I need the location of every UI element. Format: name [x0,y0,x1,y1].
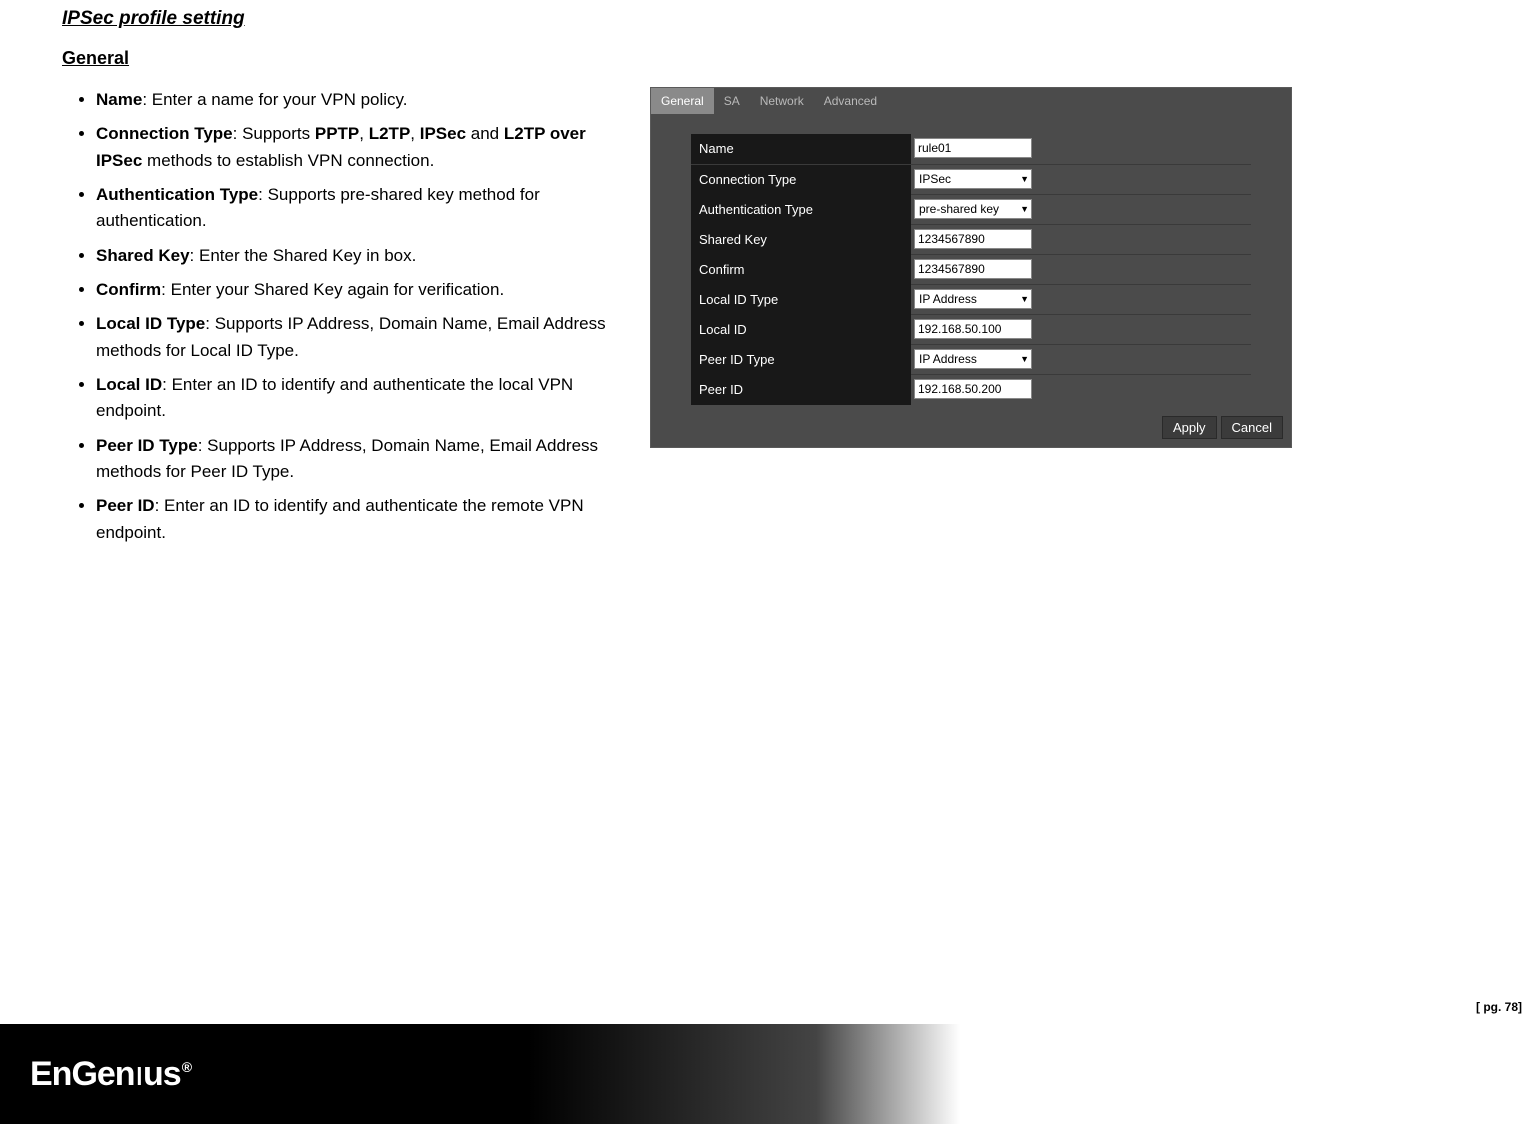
brand-logo: EnGenıus® [30,1055,191,1094]
list-item: Peer ID: Enter an ID to identify and aut… [96,493,620,546]
select-value: IP Address [919,352,977,366]
bullet-head: Shared Key [96,246,190,265]
bullet-head: Local ID [96,375,162,394]
bold-text: PPTP [315,124,359,143]
tab-advanced[interactable]: Advanced [814,88,887,114]
row-connection-type: Connection Type IPSec ▼ [691,164,1251,194]
tab-sa[interactable]: SA [714,88,750,114]
bullet-head: Name [96,90,142,109]
list-item: Confirm: Enter your Shared Key again for… [96,277,620,303]
list-item: Local ID: Enter an ID to identify and au… [96,372,620,425]
apply-button[interactable]: Apply [1162,416,1217,439]
page-number: [ pg. 78] [1476,1000,1522,1014]
row-peer-id-type: Peer ID Type IP Address ▼ [691,344,1251,374]
settings-panel: General SA Network Advanced Name Connect… [650,87,1292,448]
bullet-text: : Enter an ID to identify and authentica… [96,375,573,420]
peer-id-input[interactable] [914,379,1032,399]
bullet-head: Peer ID Type [96,436,198,455]
bullet-head: Connection Type [96,124,233,143]
local-id-input[interactable] [914,319,1032,339]
select-value: pre-shared key [919,202,999,216]
chevron-down-icon: ▼ [1020,354,1029,364]
logo-text: ı [135,1055,143,1093]
shared-key-input[interactable] [914,229,1032,249]
bullet-head: Confirm [96,280,161,299]
row-name: Name [691,134,1251,164]
chevron-down-icon: ▼ [1020,294,1029,304]
list-item: Name: Enter a name for your VPN policy. [96,87,620,113]
list-item: Connection Type: Supports PPTP, L2TP, IP… [96,121,620,174]
tab-general[interactable]: General [651,88,714,114]
list-item: Authentication Type: Supports pre-shared… [96,182,620,235]
label-name: Name [691,134,911,164]
bullet-head: Peer ID [96,496,155,515]
subsection-title: General [60,48,1470,69]
label-confirm: Confirm [691,255,911,285]
connection-type-select[interactable]: IPSec ▼ [914,169,1032,189]
peer-id-type-select[interactable]: IP Address ▼ [914,349,1032,369]
settings-form: Name Connection Type IPSec ▼ Au [651,114,1291,412]
list-item: Local ID Type: Supports IP Address, Doma… [96,311,620,364]
bold-text: L2TP [369,124,411,143]
bullet-head: Authentication Type [96,185,258,204]
label-connection-type: Connection Type [691,165,911,195]
list-item: Shared Key: Enter the Shared Key in box. [96,243,620,269]
local-id-type-select[interactable]: IP Address ▼ [914,289,1032,309]
bullet-head: Local ID Type [96,314,205,333]
label-peer-id: Peer ID [691,375,911,405]
footer-bar: EnGenıus® [0,1024,960,1124]
label-auth-type: Authentication Type [691,195,911,225]
bullet-text: : Enter a name for your VPN policy. [142,90,407,109]
row-confirm: Confirm [691,254,1251,284]
bold-text: IPSec [420,124,466,143]
registered-icon: ® [182,1059,191,1075]
label-local-id-type: Local ID Type [691,285,911,315]
bullet-text: , [359,124,368,143]
bullet-text: : Enter your Shared Key again for verifi… [161,280,504,299]
confirm-input[interactable] [914,259,1032,279]
cancel-button[interactable]: Cancel [1221,416,1283,439]
row-auth-type: Authentication Type pre-shared key ▼ [691,194,1251,224]
label-shared-key: Shared Key [691,225,911,255]
section-title: IPSec profile setting [60,8,1470,30]
name-input[interactable] [914,138,1032,158]
label-local-id: Local ID [691,315,911,345]
select-value: IP Address [919,292,977,306]
tab-network[interactable]: Network [750,88,814,114]
chevron-down-icon: ▼ [1020,204,1029,214]
bullet-text: , [410,124,419,143]
row-local-id-type: Local ID Type IP Address ▼ [691,284,1251,314]
logo-text: EnGen [30,1055,135,1093]
label-peer-id-type: Peer ID Type [691,345,911,375]
bullet-text: : Supports [233,124,315,143]
list-item: Peer ID Type: Supports IP Address, Domai… [96,433,620,486]
panel-footer: Apply Cancel [651,412,1291,447]
tab-bar: General SA Network Advanced [651,88,1291,114]
bullet-text: : Enter the Shared Key in box. [190,246,417,265]
bullet-text: : Enter an ID to identify and authentica… [96,496,584,541]
auth-type-select[interactable]: pre-shared key ▼ [914,199,1032,219]
bullet-text: methods to establish VPN connection. [142,151,434,170]
row-local-id: Local ID [691,314,1251,344]
row-shared-key: Shared Key [691,224,1251,254]
row-peer-id: Peer ID [691,374,1251,404]
chevron-down-icon: ▼ [1020,174,1029,184]
select-value: IPSec [919,172,951,186]
logo-text: us [143,1055,181,1093]
bullet-text: and [466,124,504,143]
feature-list: Name: Enter a name for your VPN policy. … [60,87,620,546]
